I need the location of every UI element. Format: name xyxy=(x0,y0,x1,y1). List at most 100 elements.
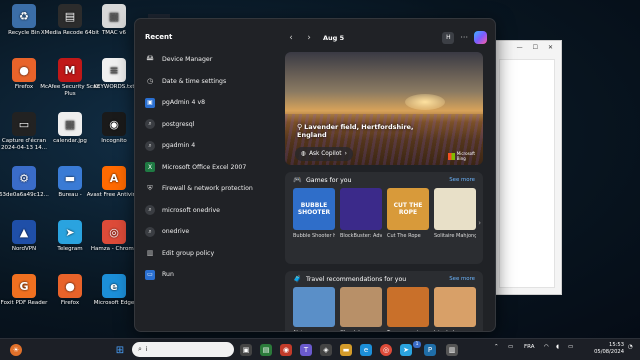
folder-icon: ▬ xyxy=(58,166,82,190)
prev-button[interactable]: ‹ xyxy=(285,33,297,43)
travel-tile[interactable]: Tamanrasset xyxy=(387,287,429,331)
suitcase-icon: 🧳 xyxy=(293,275,302,283)
games-icon: 🎮 xyxy=(293,176,302,184)
app-icon-4[interactable]: ▥ xyxy=(446,344,458,356)
mcafee-icon: M xyxy=(58,58,82,82)
recent-item-label: onedrive xyxy=(162,228,190,236)
app-icon-3[interactable]: P xyxy=(424,344,436,356)
excel-icon: X xyxy=(145,162,155,173)
search-highlights: ‹ › Aug 5 H ··· ⚲ Lavender field, Hertfor… xyxy=(285,27,489,331)
language-indicator[interactable]: FRA xyxy=(524,344,535,350)
travel-tile[interactable]: Algiers xyxy=(293,287,335,331)
tray-app-icon[interactable]: ▭ xyxy=(508,344,513,350)
games-tile-label: Bubble Shooter HD xyxy=(293,233,335,239)
brand-line-2: Bing xyxy=(456,156,466,161)
recent-item[interactable]: X Microsoft Office Excel 2007 xyxy=(145,157,280,179)
games-tiles: BUBBLE SHOOTER Bubble Shooter HD BlockBust… xyxy=(285,188,483,240)
recent-item[interactable]: ▥ Edit group policy xyxy=(145,243,280,265)
clock[interactable]: 15:53 05/08/2024 xyxy=(594,342,624,356)
games-tile-label: BlockBuster: Adventures ... xyxy=(340,233,382,239)
minimize-button[interactable]: — xyxy=(517,44,523,55)
user-avatar[interactable]: H xyxy=(442,31,455,44)
chrome-taskbar-icon[interactable]: ◎ xyxy=(380,344,392,356)
location-pin-icon: ⚲ xyxy=(297,123,303,131)
games-see-more-link[interactable]: See more xyxy=(449,177,475,183)
edge-taskbar-icon[interactable]: e xyxy=(360,344,372,356)
recent-item[interactable]: ▭ Run xyxy=(145,264,280,286)
clock-date: 05/08/2024 xyxy=(594,349,624,355)
recent-item-label: pgAdmin 4 v8 xyxy=(162,99,206,107)
recent-item[interactable]: ⛨ Firewall & network protection xyxy=(145,178,280,200)
travel-tile-label: Algiers xyxy=(293,330,335,331)
wifi-icon[interactable]: ◠ xyxy=(544,344,549,350)
maximize-button[interactable]: ☐ xyxy=(533,44,538,55)
volume-icon[interactable]: ◖ xyxy=(556,344,559,350)
app-icon-2[interactable]: ◈ xyxy=(320,344,332,356)
recent-item[interactable]: ⌕ postgresql xyxy=(145,114,280,136)
games-thumbnail xyxy=(434,188,476,230)
more-options-button[interactable]: ··· xyxy=(460,33,468,42)
games-tile[interactable]: Solitaire Mahjong Classic xyxy=(434,188,476,240)
notification-badge: 1 xyxy=(413,341,421,348)
run-icon: ▭ xyxy=(145,269,155,280)
search-icon: ⌕ xyxy=(145,119,155,130)
close-button[interactable]: ✕ xyxy=(548,44,553,55)
games-tile-label: Solitaire Mahjong Classic xyxy=(434,233,476,239)
recent-item-label: microsoft onedrive xyxy=(162,206,220,214)
games-scroll-right-icon[interactable]: › xyxy=(478,219,481,227)
widgets-icon[interactable]: ☀ xyxy=(10,344,22,356)
shield-icon: ⛨ xyxy=(147,184,153,193)
telegram-taskbar-icon[interactable]: ➤ xyxy=(400,344,412,356)
ask-copilot-label: Ask Copilot xyxy=(309,151,342,157)
notifications-icon[interactable]: ◔ xyxy=(628,344,633,350)
firefox-icon: ● xyxy=(58,274,82,298)
next-button[interactable]: › xyxy=(303,33,315,43)
teams-icon[interactable]: T xyxy=(300,344,312,356)
app-icon-1[interactable]: ◉ xyxy=(280,344,292,356)
edge-icon: e xyxy=(102,274,126,298)
start-button[interactable]: ⊞ xyxy=(114,344,126,356)
battery-icon[interactable]: ▭ xyxy=(568,344,573,350)
recycle-bin-icon: ♻ xyxy=(12,4,36,28)
copilot-icon[interactable] xyxy=(474,31,487,44)
text-file-icon: ≡ xyxy=(102,58,126,82)
store-icon[interactable]: ▤ xyxy=(260,344,272,356)
background-window[interactable]: — ☐ ✕ xyxy=(492,40,562,295)
recent-item-label: Date & time settings xyxy=(162,77,227,85)
recent-item[interactable]: ▣ pgAdmin 4 v8 xyxy=(145,92,280,114)
hero-location[interactable]: ⚲ Lavender field, Hertfordshire, England xyxy=(297,123,417,139)
games-card: 🎮 Games for you See more BUBBLE SHOOTER B… xyxy=(285,172,483,264)
recent-item[interactable]: ⌕ microsoft onedrive xyxy=(145,200,280,222)
xmedia-icon: ▤ xyxy=(58,4,82,28)
travel-tile[interactable]: Istanbul xyxy=(434,287,476,331)
games-title: Games for you xyxy=(306,176,352,184)
recent-item-label: pgadmin 4 xyxy=(162,142,196,150)
games-tile[interactable]: CUT THE ROPE Cut The Rope xyxy=(387,188,429,240)
games-tile[interactable]: BUBBLE SHOOTER Bubble Shooter HD xyxy=(293,188,335,240)
tray-overflow-icon[interactable]: ⌃ xyxy=(494,344,499,350)
taskbar-search-box[interactable]: ⌕ i xyxy=(132,342,234,357)
recent-item[interactable]: 🖴 Device Manager xyxy=(145,49,280,71)
file-explorer-icon[interactable]: ▬ xyxy=(340,344,352,356)
hero-image-card[interactable]: ⚲ Lavender field, Hertfordshire, England … xyxy=(285,52,483,165)
recent-item[interactable]: ⌕ pgadmin 4 xyxy=(145,135,280,157)
travel-tile[interactable]: Ghardaïa xyxy=(340,287,382,331)
search-icon: ⌕ xyxy=(145,205,155,216)
travel-tiles: Algiers Ghardaïa Tamanrasset Istanbul xyxy=(285,287,483,331)
games-tile[interactable]: BlockBuster: Adventures ... xyxy=(340,188,382,240)
search-panel: Recent 🖴 Device Manager ◷ Date & time setti… xyxy=(134,18,496,332)
recent-item[interactable]: ⌕ onedrive xyxy=(145,221,280,243)
foxit-icon: G xyxy=(12,274,36,298)
search-icon: ⌕ xyxy=(145,226,155,237)
recent-item[interactable]: ◷ Date & time settings xyxy=(145,71,280,93)
task-view-icon[interactable]: ▣ xyxy=(240,344,252,356)
ask-copilot-button[interactable]: ◍ Ask Copilot › xyxy=(295,147,353,161)
chevron-right-icon: › xyxy=(344,151,347,157)
travel-see-more-link[interactable]: See more xyxy=(449,276,475,282)
search-input[interactable]: i xyxy=(146,346,148,353)
travel-title: Travel recommendations for you xyxy=(306,275,407,283)
copilot-chat-icon: ◍ xyxy=(301,151,307,157)
location-line-2: England xyxy=(297,131,327,139)
recent-heading: Recent xyxy=(145,33,173,41)
recent-item-label: Run xyxy=(162,271,174,279)
